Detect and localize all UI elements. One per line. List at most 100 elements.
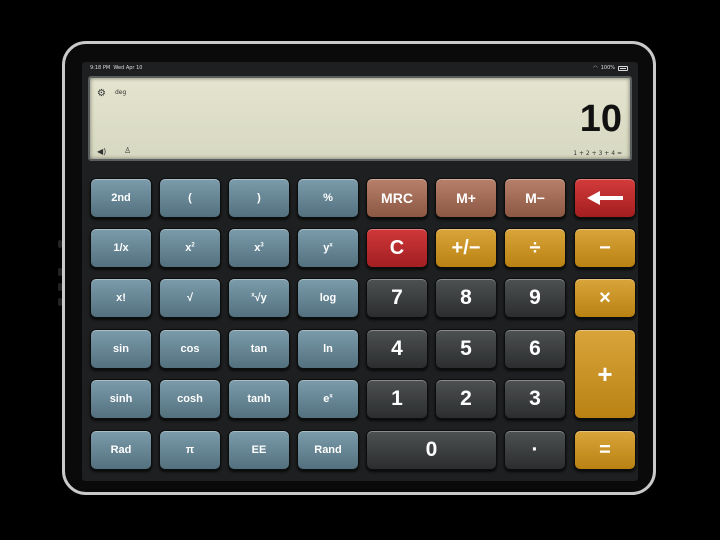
digit-4-button[interactable]: 4 [366, 329, 428, 369]
square-root-button[interactable]: √ [159, 278, 221, 318]
digit-0-button[interactable]: 0 [366, 430, 497, 470]
angle-mode-label: deg [115, 89, 127, 96]
key-label: 2 [460, 387, 472, 410]
tan-button[interactable]: tan [228, 329, 290, 369]
digit-2-button[interactable]: 2 [435, 379, 497, 419]
calculator-screen: 9:18 PM Wed Apr 10 ◠ 100% ⚙ deg 10 ◀) ♙ … [82, 62, 638, 481]
key-label: +/− [451, 236, 481, 259]
key-label: 7 [391, 286, 403, 309]
status-bar: 9:18 PM Wed Apr 10 ◠ 100% [82, 62, 638, 74]
key-label: MRC [381, 190, 413, 206]
backspace-arrow-icon [587, 191, 623, 205]
divide-button[interactable]: ÷ [504, 228, 566, 268]
log-button[interactable]: log [297, 278, 359, 318]
key-label: 3 [529, 387, 541, 410]
ee-button[interactable]: EE [228, 430, 290, 470]
square-button[interactable]: x2 [159, 228, 221, 268]
equals-button[interactable]: = [574, 430, 636, 470]
key-label: π [185, 444, 195, 456]
key-label: sinh [109, 393, 133, 405]
key-label: 4 [391, 337, 403, 360]
exp-button[interactable]: ex [297, 379, 359, 419]
key-label: 6 [529, 337, 541, 360]
display-value: 10 [579, 98, 622, 140]
key-label: Rad [110, 444, 132, 456]
sign-toggle-button[interactable]: +/− [435, 228, 497, 268]
memory-subtract-button[interactable]: M− [504, 178, 566, 218]
key-label: M+ [456, 190, 476, 206]
key-label: x! [116, 292, 126, 304]
close-paren-button[interactable]: ) [228, 178, 290, 218]
key-label: cos [180, 343, 200, 355]
digit-7-button[interactable]: 7 [366, 278, 428, 318]
key-label: ex [323, 393, 333, 405]
key-label: √ [186, 292, 194, 304]
key-label: · [531, 438, 539, 461]
memory-recall-clear-button[interactable]: MRC [366, 178, 428, 218]
second-function-button[interactable]: 2nd [90, 178, 152, 218]
key-label: + [597, 358, 613, 389]
digit-1-button[interactable]: 1 [366, 379, 428, 419]
key-label: 9 [529, 286, 541, 309]
speaker-icon[interactable]: ◀) [97, 147, 106, 156]
key-label: tanh [247, 393, 271, 405]
open-paren-button[interactable]: ( [159, 178, 221, 218]
key-label: yx [323, 242, 333, 254]
minus-button[interactable]: − [574, 228, 636, 268]
digit-3-button[interactable]: 3 [504, 379, 566, 419]
status-right: ◠ 100% [593, 65, 628, 71]
key-label: ln [323, 343, 333, 355]
key-label: tan [250, 343, 268, 355]
key-label: 1 [391, 387, 403, 410]
status-time: 9:18 PM Wed Apr 10 [90, 65, 143, 71]
key-label: 0 [425, 438, 438, 461]
wifi-icon: ◠ [593, 65, 598, 71]
pi-button[interactable]: π [159, 430, 221, 470]
ln-button[interactable]: ln [297, 329, 359, 369]
key-label: log [319, 292, 337, 304]
key-label: ÷ [529, 236, 541, 259]
shirt-icon[interactable]: ♙ [124, 146, 131, 155]
key-label: cosh [177, 393, 203, 405]
key-label: EE [251, 444, 267, 456]
key-label: x2 [185, 242, 195, 254]
gear-icon[interactable]: ⚙ [97, 88, 106, 99]
multiply-button[interactable]: × [574, 278, 636, 318]
battery-percent: 100% [600, 65, 615, 71]
rad-button[interactable]: Rad [90, 430, 152, 470]
digit-8-button[interactable]: 8 [435, 278, 497, 318]
tanh-button[interactable]: tanh [228, 379, 290, 419]
sin-button[interactable]: sin [90, 329, 152, 369]
clear-button[interactable]: C [366, 228, 428, 268]
key-label: C [389, 236, 405, 259]
key-label: % [323, 192, 333, 204]
backspace-button[interactable] [574, 178, 636, 218]
cosh-button[interactable]: cosh [159, 379, 221, 419]
decimal-point-button[interactable]: · [504, 430, 566, 470]
key-label: ) [257, 192, 261, 204]
memory-add-button[interactable]: M+ [435, 178, 497, 218]
digit-6-button[interactable]: 6 [504, 329, 566, 369]
key-label: 5 [460, 337, 472, 360]
digit-5-button[interactable]: 5 [435, 329, 497, 369]
key-label: sin [113, 343, 129, 355]
factorial-button[interactable]: x! [90, 278, 152, 318]
key-label: − [599, 236, 611, 259]
sinh-button[interactable]: sinh [90, 379, 152, 419]
lcd-display: ⚙ deg 10 ◀) ♙ 1 + 2 + 3 + 4 = [88, 76, 632, 161]
key-label: x√y [251, 292, 267, 304]
cube-button[interactable]: x3 [228, 228, 290, 268]
key-label: × [599, 286, 611, 309]
cos-button[interactable]: cos [159, 329, 221, 369]
key-label: Rand [314, 444, 342, 456]
reciprocal-button[interactable]: 1/x [90, 228, 152, 268]
rand-button[interactable]: Rand [297, 430, 359, 470]
key-label: 1/x [113, 242, 129, 254]
percent-button[interactable]: % [297, 178, 359, 218]
nth-root-button[interactable]: x√y [228, 278, 290, 318]
key-label: ( [188, 192, 192, 204]
plus-button[interactable]: + [574, 329, 636, 419]
power-button[interactable]: yx [297, 228, 359, 268]
digit-9-button[interactable]: 9 [504, 278, 566, 318]
key-label: = [599, 438, 611, 461]
